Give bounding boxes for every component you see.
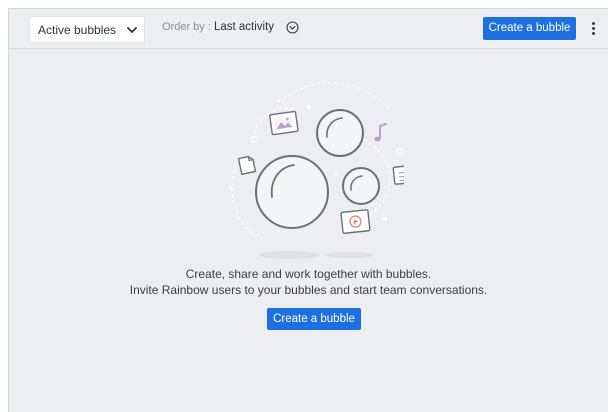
- order-by-prefix: Order by :: [162, 21, 211, 33]
- empty-state-heading: Create, share and work together with bub…: [185, 267, 432, 281]
- bubbles-illustration: [228, 82, 404, 259]
- order-dropdown-icon[interactable]: [286, 21, 299, 34]
- more-options-icon[interactable]: [589, 20, 599, 38]
- create-bubble-button[interactable]: Create a bubble: [483, 17, 576, 40]
- order-by: Order by : Last activity: [162, 21, 274, 33]
- empty-state-description: Invite Rainbow users to your bubbles and…: [129, 283, 488, 297]
- order-by-value[interactable]: Last activity: [214, 21, 274, 33]
- bubble-filter-label: Active bubbles: [38, 23, 117, 37]
- toolbar: Active bubbles Order by : Last activity …: [9, 9, 608, 49]
- chevron-down-icon: [127, 27, 137, 33]
- create-bubble-cta-button[interactable]: Create a bubble: [267, 308, 361, 330]
- bubbles-panel: Active bubbles Order by : Last activity …: [8, 8, 608, 412]
- bubble-filter-select[interactable]: Active bubbles: [29, 16, 145, 43]
